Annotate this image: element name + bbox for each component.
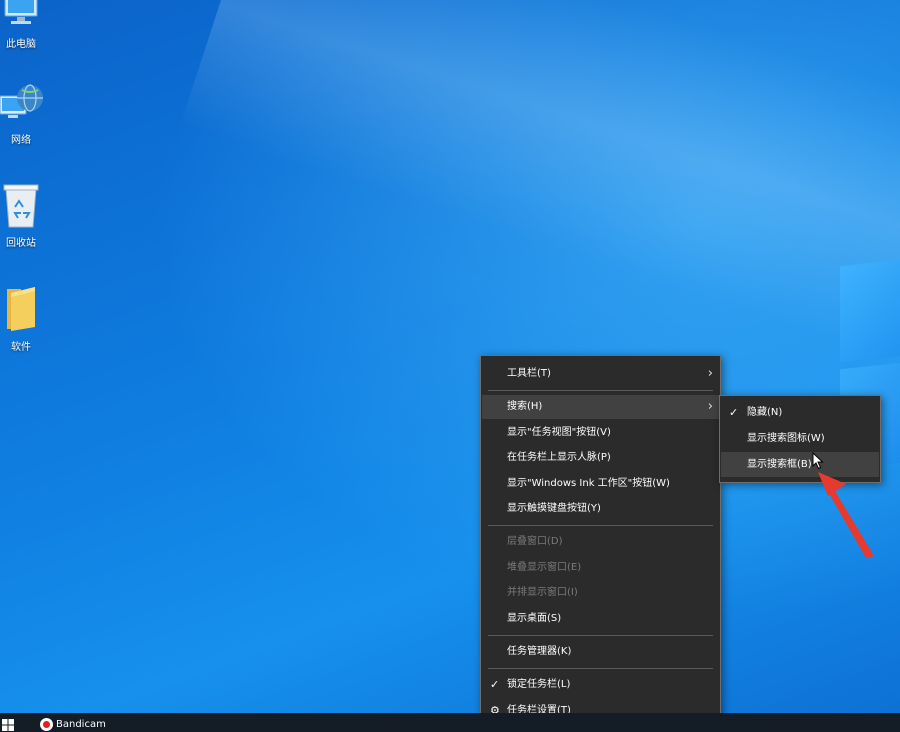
menu-item-label: 在任务栏上显示人脉(P): [507, 452, 611, 463]
menu-item-show-desktop[interactable]: 显示桌面(S): [482, 607, 719, 631]
check-icon: ✓: [729, 406, 739, 419]
record-icon: [40, 717, 53, 731]
desktop-icon-label: 此电脑: [6, 39, 36, 50]
taskbar-context-menu: 工具栏(T) › 搜索(H) › 显示"任务视图"按钮(V) 在任务栏上显示人脉…: [480, 355, 721, 730]
desktop-icon-label: 回收站: [6, 238, 36, 249]
menu-item-label: 堆叠显示窗口(E): [507, 562, 582, 573]
menu-item-label: 显示"任务视图"按钮(V): [507, 427, 611, 438]
desktop-icon-recycle-bin[interactable]: 回收站: [0, 183, 42, 249]
wallpaper-logo-pane: [840, 257, 900, 363]
menu-item-label: 显示搜索图标(W): [747, 433, 825, 444]
menu-item-stacked: 堆叠显示窗口(E): [482, 556, 719, 580]
menu-item-task-view[interactable]: 显示"任务视图"按钮(V): [482, 421, 719, 445]
taskbar-app-bandicam[interactable]: Bandicam: [40, 717, 106, 732]
menu-item-label: 层叠窗口(D): [507, 536, 563, 547]
search-submenu: ✓ 隐藏(N) 显示搜索图标(W) 显示搜索框(B): [719, 395, 881, 483]
menu-separator: [488, 668, 713, 669]
menu-item-label: 显示桌面(S): [507, 613, 562, 624]
network-icon: [0, 84, 43, 118]
menu-item-toolbars[interactable]: 工具栏(T) ›: [482, 362, 719, 386]
menu-item-label: 显示搜索框(B): [747, 459, 812, 470]
menu-item-people[interactable]: 在任务栏上显示人脉(P): [482, 446, 719, 470]
desktop-icon-this-pc[interactable]: 此电脑: [0, 0, 42, 50]
submenu-item-show-search-box[interactable]: 显示搜索框(B): [721, 452, 879, 477]
menu-item-label: 显示"Windows Ink 工作区"按钮(W): [507, 478, 670, 489]
recycle-bin-icon: [3, 184, 39, 228]
menu-item-windows-ink[interactable]: 显示"Windows Ink 工作区"按钮(W): [482, 472, 719, 496]
folder-icon: [7, 287, 35, 331]
chevron-right-icon: ›: [707, 399, 713, 414]
menu-item-label: 并排显示窗口(I): [507, 587, 578, 598]
menu-separator: [488, 635, 713, 636]
menu-item-side-by-side: 并排显示窗口(I): [482, 581, 719, 605]
menu-item-search[interactable]: 搜索(H) ›: [482, 395, 719, 419]
menu-item-label: 工具栏(T): [507, 368, 551, 379]
mouse-cursor-icon: [812, 452, 824, 470]
desktop-icon-label: 软件: [11, 342, 31, 353]
menu-item-label: 搜索(H): [507, 401, 543, 412]
menu-item-label: 任务管理器(K): [507, 646, 572, 657]
menu-item-label: 锁定任务栏(L): [507, 679, 571, 690]
windows-start-icon[interactable]: [2, 719, 14, 731]
menu-item-lock-taskbar[interactable]: ✓ 锁定任务栏(L): [482, 673, 719, 697]
submenu-item-show-search-icon[interactable]: 显示搜索图标(W): [721, 426, 879, 451]
submenu-item-hidden[interactable]: ✓ 隐藏(N): [721, 400, 879, 425]
desktop: 此电脑 网络 回收站 软件 工具栏(T) › 搜索(H) › 显示"任务视图"按…: [0, 0, 900, 732]
menu-separator: [488, 390, 713, 391]
menu-item-label: 显示触摸键盘按钮(Y): [507, 503, 601, 514]
taskbar-app-label: Bandicam: [56, 719, 106, 730]
wallpaper-light-beam: [179, 0, 900, 406]
desktop-icon-network[interactable]: 网络: [0, 82, 43, 146]
check-icon: ✓: [490, 678, 500, 691]
chevron-right-icon: ›: [707, 366, 713, 381]
menu-separator: [488, 525, 713, 526]
menu-item-label: 隐藏(N): [747, 407, 783, 418]
menu-item-touch-keyboard[interactable]: 显示触摸键盘按钮(Y): [482, 497, 719, 521]
this-pc-icon: [4, 0, 38, 24]
menu-item-cascade: 层叠窗口(D): [482, 530, 719, 554]
menu-item-task-manager[interactable]: 任务管理器(K): [482, 640, 719, 664]
desktop-icon-label: 网络: [11, 135, 31, 146]
taskbar: Bandicam: [0, 713, 900, 732]
desktop-icon-software[interactable]: 软件: [0, 285, 42, 353]
